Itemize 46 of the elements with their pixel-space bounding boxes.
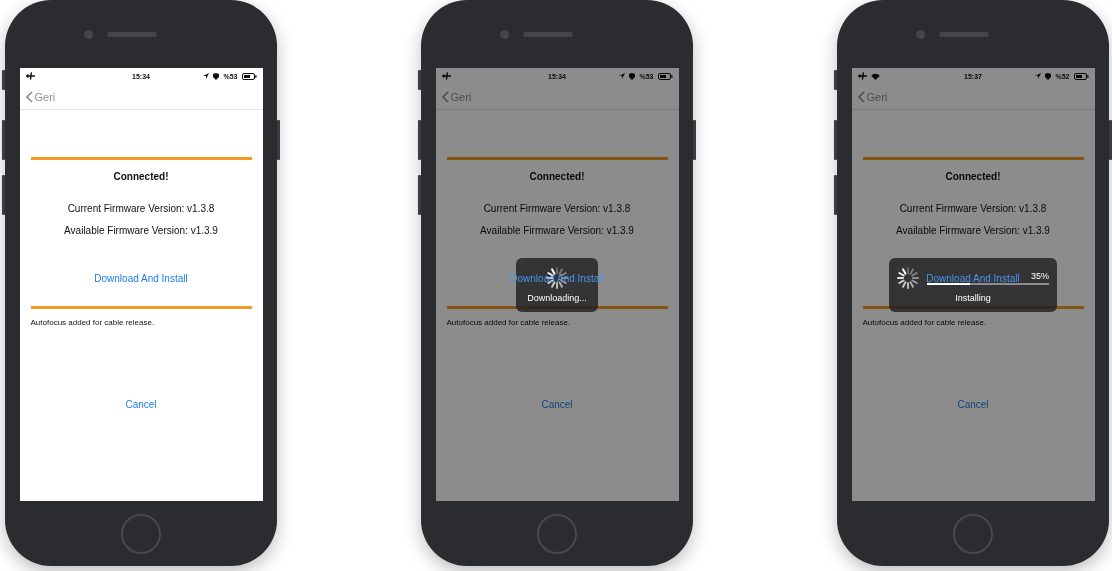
download-link[interactable]: Download And Install: [94, 273, 188, 284]
release-notes: Autofocus added for cable release.: [446, 318, 572, 327]
available-version: Available Firmware Version: v1.3.9: [479, 225, 635, 236]
speaker-grille: [522, 31, 573, 37]
current-version: Current Firmware Version: v1.3.8: [482, 203, 632, 214]
download-link[interactable]: Download And Install: [510, 273, 604, 284]
home-button[interactable]: [953, 513, 993, 554]
spinner-icon: [897, 267, 919, 289]
speaker-grille: [106, 31, 157, 37]
home-button[interactable]: [537, 513, 577, 554]
location-icon: [203, 73, 210, 79]
airplane-icon: [857, 72, 867, 80]
camera-dot: [83, 29, 93, 39]
airplane-icon: [441, 72, 451, 80]
percent-label: 35%: [1031, 271, 1049, 281]
cancel-link[interactable]: Cancel: [541, 399, 573, 410]
airplane-icon: [25, 72, 35, 80]
battery-icon: [241, 72, 257, 80]
home-button[interactable]: [121, 513, 161, 554]
connection-title: Connected!: [944, 171, 1002, 182]
connection-title: Connected!: [112, 171, 170, 182]
camera-dot: [499, 29, 509, 39]
available-version: Available Firmware Version: v1.3.9: [63, 225, 219, 236]
battery-icon: [657, 72, 673, 80]
connection-title: Connected!: [528, 171, 586, 182]
chevron-left-icon: [857, 90, 865, 103]
location-icon: [619, 73, 626, 79]
camera-dot: [915, 29, 925, 39]
back-button[interactable]: Geri: [441, 90, 472, 103]
chevron-left-icon: [441, 90, 449, 103]
hud-label: Installing: [955, 293, 991, 303]
back-button[interactable]: Geri: [25, 90, 56, 103]
download-link[interactable]: Download And Install: [926, 273, 1020, 284]
current-version: Current Firmware Version: v1.3.8: [898, 203, 1048, 214]
cancel-link[interactable]: Cancel: [125, 399, 157, 410]
chevron-left-icon: [25, 90, 33, 103]
current-version: Current Firmware Version: v1.3.8: [66, 203, 216, 214]
available-version: Available Firmware Version: v1.3.9: [895, 225, 1051, 236]
release-notes: Autofocus added for cable release.: [30, 318, 156, 327]
location-icon: [1035, 73, 1042, 79]
battery-icon: [1073, 72, 1089, 80]
back-button[interactable]: Geri: [857, 90, 888, 103]
hud-label: Downloading...: [527, 293, 587, 303]
cancel-link[interactable]: Cancel: [957, 399, 989, 410]
speaker-grille: [938, 31, 989, 37]
release-notes: Autofocus added for cable release.: [862, 318, 988, 327]
